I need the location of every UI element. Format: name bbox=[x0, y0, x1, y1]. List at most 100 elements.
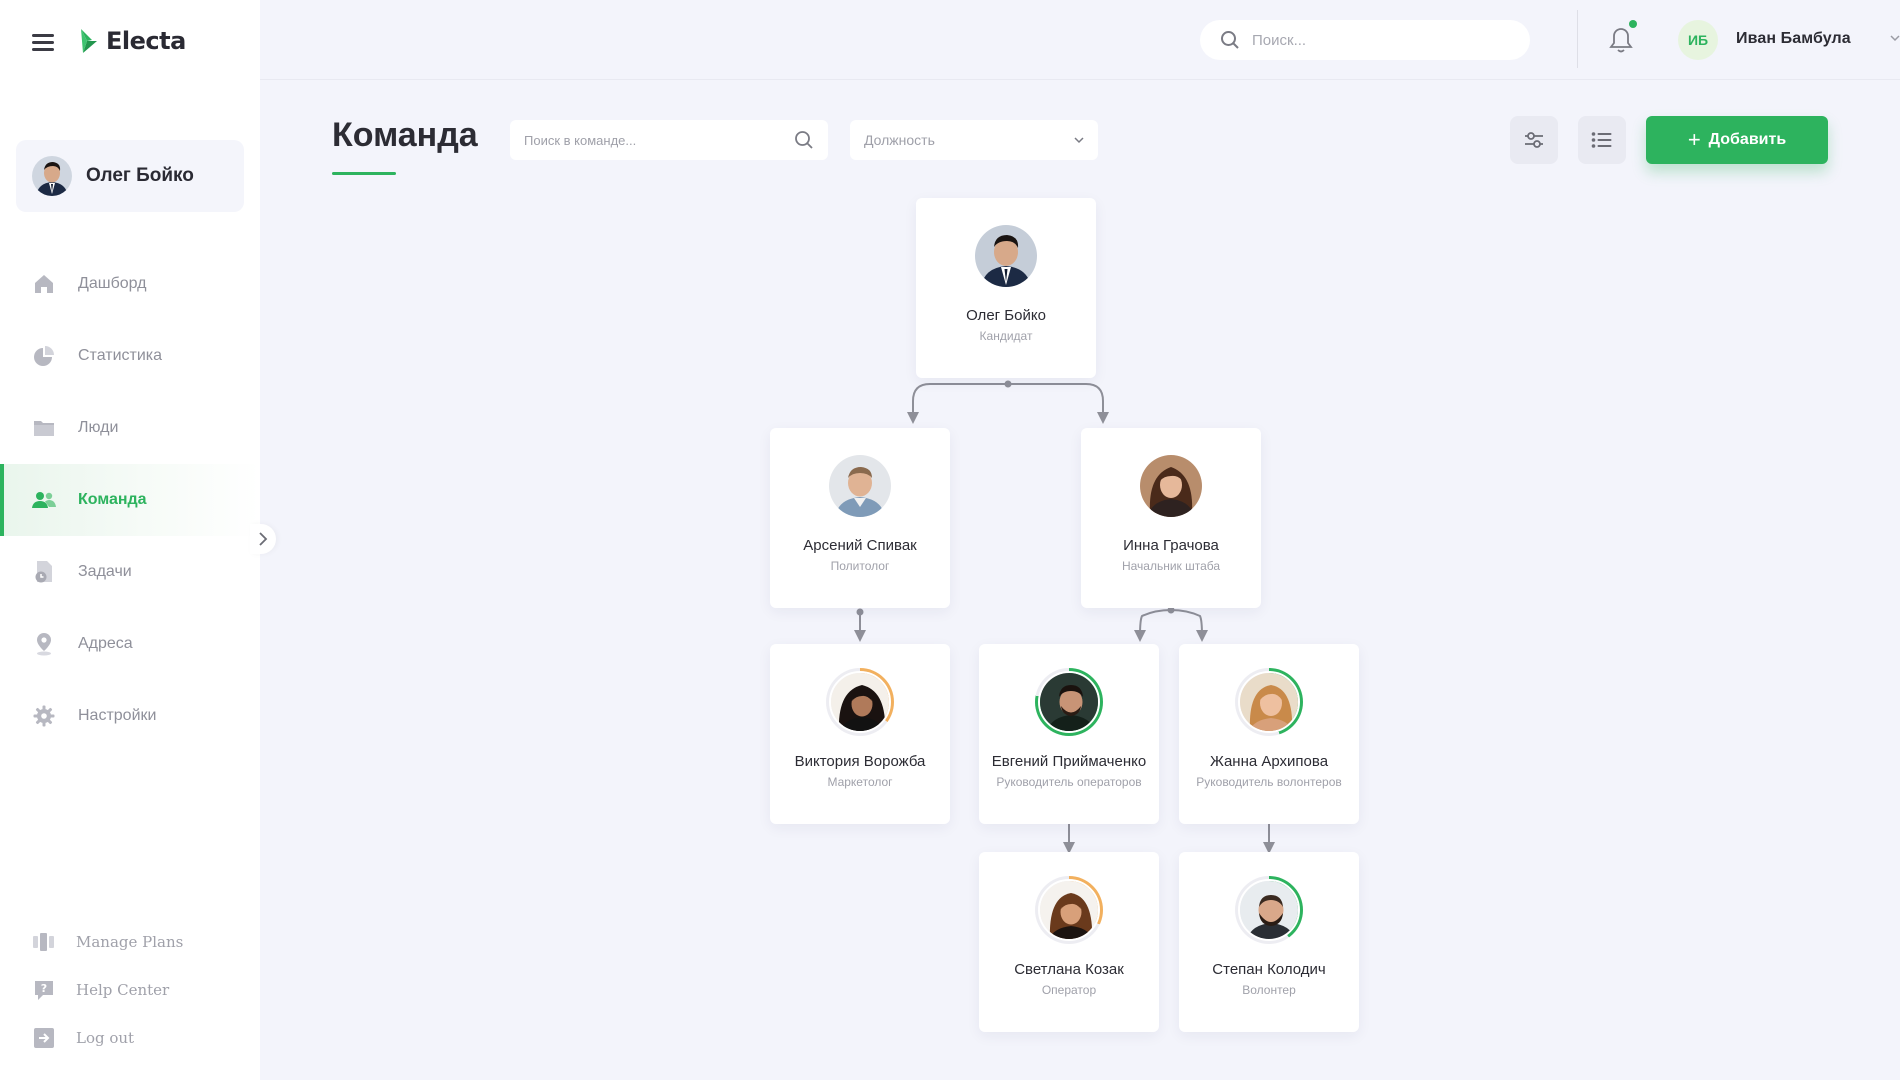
member-card-spivak[interactable]: Арсений Спивак Политолог bbox=[770, 428, 950, 608]
sidebar-collapse-button[interactable] bbox=[250, 524, 276, 554]
position-select[interactable]: Должность bbox=[850, 120, 1098, 160]
app-logo[interactable]: Electa bbox=[78, 26, 186, 56]
avatar bbox=[829, 455, 891, 517]
team-icon bbox=[32, 488, 56, 512]
member-name: Степан Колодич bbox=[1212, 961, 1326, 978]
progress-ring bbox=[826, 668, 894, 736]
folder-icon bbox=[32, 416, 56, 440]
sidebar-item-addresses[interactable]: Адреса bbox=[0, 608, 260, 680]
member-card-root[interactable]: Олег Бойко Кандидат bbox=[916, 198, 1096, 378]
home-icon bbox=[32, 272, 56, 296]
top-header: ИБ Иван Бамбула bbox=[260, 0, 1900, 80]
list-icon bbox=[1591, 132, 1612, 148]
sidebar-item-label: Команда bbox=[78, 491, 147, 508]
plus-icon: + bbox=[1687, 127, 1701, 152]
avatar bbox=[975, 225, 1037, 287]
chevron-down-icon[interactable] bbox=[1890, 34, 1900, 42]
avatar-ring bbox=[972, 222, 1040, 290]
sidebar: Electa Олег Бойко Дашборд Статистика Люд… bbox=[0, 0, 260, 1080]
search-icon[interactable] bbox=[794, 130, 814, 150]
logout-link[interactable]: Log out bbox=[0, 1014, 260, 1062]
member-card-gracheva[interactable]: Инна Грачова Начальник штаба bbox=[1081, 428, 1261, 608]
member-name: Олег Бойко bbox=[966, 307, 1046, 324]
plans-icon bbox=[32, 930, 56, 954]
add-member-button[interactable]: + Добавить bbox=[1646, 116, 1828, 164]
member-role: Маркетолог bbox=[827, 775, 893, 789]
pie-chart-icon bbox=[32, 344, 56, 368]
member-role: Руководитель волонтеров bbox=[1196, 775, 1342, 789]
position-select-value: Должность bbox=[864, 132, 935, 148]
progress-ring bbox=[1235, 668, 1303, 736]
sidebar-item-statistics[interactable]: Статистика bbox=[0, 320, 260, 392]
sidebar-item-settings[interactable]: Настройки bbox=[0, 680, 260, 752]
member-card-pryimachenko[interactable]: Евгений Приймаченко Руководитель операто… bbox=[979, 644, 1159, 824]
member-card-kozak[interactable]: Светлана Козак Оператор bbox=[979, 852, 1159, 1032]
list-view-button[interactable] bbox=[1578, 116, 1626, 164]
member-card-kolodych[interactable]: Степан Колодич Волонтер bbox=[1179, 852, 1359, 1032]
member-card-vorozhba[interactable]: Виктория Ворожба Маркетолог bbox=[770, 644, 950, 824]
user-name[interactable]: Иван Бамбула bbox=[1736, 30, 1851, 48]
logout-icon bbox=[32, 1026, 56, 1050]
search-icon bbox=[1221, 31, 1239, 49]
page-title: Команда bbox=[332, 116, 478, 154]
filter-sliders-icon bbox=[1525, 132, 1543, 148]
filter-button[interactable] bbox=[1510, 116, 1558, 164]
search-input[interactable] bbox=[1252, 31, 1512, 49]
member-name: Евгений Приймаченко bbox=[991, 753, 1147, 770]
member-role: Начальник штаба bbox=[1121, 559, 1221, 573]
title-underline bbox=[332, 172, 396, 175]
bottom-item-label: Manage Plans bbox=[76, 933, 184, 951]
global-search[interactable] bbox=[1200, 20, 1530, 60]
bottom-item-label: Log out bbox=[76, 1029, 135, 1047]
bell-icon[interactable] bbox=[1608, 26, 1634, 54]
main-nav: Дашборд Статистика Люди Команда Задачи А… bbox=[0, 248, 260, 752]
sidebar-item-people[interactable]: Люди bbox=[0, 392, 260, 464]
menu-icon[interactable] bbox=[32, 34, 54, 54]
logo-mark-icon bbox=[81, 29, 97, 53]
svg-text:?: ? bbox=[41, 982, 47, 995]
member-name: Светлана Козак bbox=[1014, 961, 1124, 978]
member-name: Виктория Ворожба bbox=[794, 753, 926, 770]
member-name: Арсений Спивак bbox=[803, 537, 917, 554]
avatar bbox=[829, 671, 891, 733]
tasks-icon bbox=[32, 560, 56, 584]
avatar bbox=[1038, 671, 1100, 733]
profile-name: Олег Бойко bbox=[86, 165, 194, 186]
help-icon: ? bbox=[32, 978, 56, 1002]
gear-icon bbox=[32, 704, 56, 728]
avatar-ring bbox=[1137, 452, 1205, 520]
sidebar-item-label: Люди bbox=[78, 419, 119, 436]
member-role: Оператор bbox=[1041, 983, 1097, 997]
sidebar-item-tasks[interactable]: Задачи bbox=[0, 536, 260, 608]
avatar-ring bbox=[826, 452, 894, 520]
profile-card[interactable]: Олег Бойко bbox=[16, 140, 244, 212]
member-role: Кандидат bbox=[979, 329, 1033, 343]
sidebar-item-label: Настройки bbox=[78, 707, 157, 724]
manage-plans-link[interactable]: Manage Plans bbox=[0, 918, 260, 966]
chevron-down-icon bbox=[1074, 137, 1084, 144]
add-button-label: Добавить bbox=[1708, 131, 1787, 148]
avatar bbox=[1140, 455, 1202, 517]
progress-ring bbox=[1035, 668, 1103, 736]
app-name: Electa bbox=[106, 27, 186, 55]
member-card-arkhipova[interactable]: Жанна Архипова Руководитель волонтеров bbox=[1179, 644, 1359, 824]
member-role: Волонтер bbox=[1242, 983, 1296, 997]
chevron-right-icon bbox=[259, 532, 268, 546]
member-role: Руководитель операторов bbox=[996, 775, 1142, 789]
sidebar-item-dashboard[interactable]: Дашборд bbox=[0, 248, 260, 320]
sidebar-item-label: Статистика bbox=[78, 347, 163, 364]
user-avatar[interactable]: ИБ bbox=[1678, 20, 1718, 60]
sidebar-item-team[interactable]: Команда bbox=[0, 464, 260, 536]
avatar bbox=[1038, 879, 1100, 941]
progress-ring bbox=[1235, 876, 1303, 944]
team-search-input[interactable] bbox=[524, 132, 774, 148]
map-pin-icon bbox=[32, 632, 56, 656]
help-center-link[interactable]: ? Help Center bbox=[0, 966, 260, 1014]
sidebar-item-label: Адреса bbox=[78, 635, 133, 652]
header-divider bbox=[1577, 10, 1578, 68]
avatar bbox=[1238, 879, 1300, 941]
sidebar-item-label: Задачи bbox=[78, 563, 132, 580]
avatar bbox=[1238, 671, 1300, 733]
team-search[interactable] bbox=[510, 120, 828, 160]
avatar bbox=[32, 156, 72, 196]
